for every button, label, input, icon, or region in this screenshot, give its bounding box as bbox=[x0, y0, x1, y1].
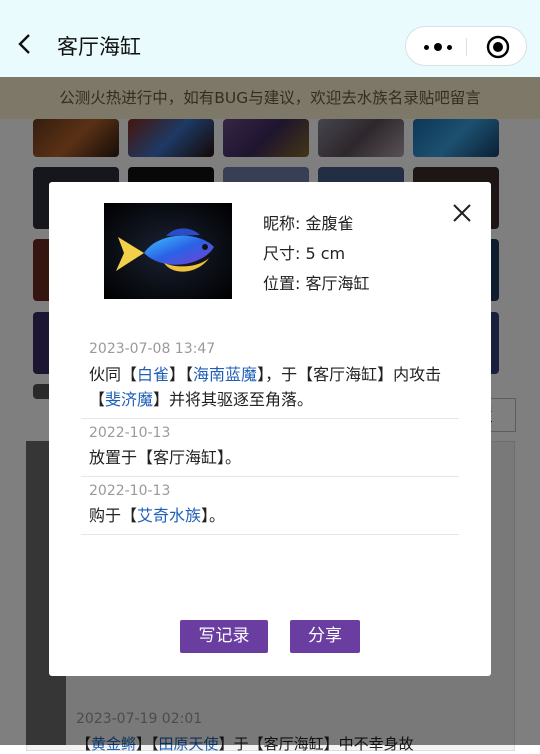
more-dots-icon[interactable] bbox=[418, 34, 458, 60]
log-time: 2022-10-13 bbox=[89, 483, 171, 499]
target-icon[interactable] bbox=[486, 35, 510, 59]
fish-location: 位置: 客厅海缸 bbox=[263, 274, 370, 293]
fish-photo bbox=[104, 203, 232, 299]
fish-link[interactable]: 斐济魔 bbox=[105, 390, 153, 409]
write-record-button[interactable]: 写记录 bbox=[180, 620, 268, 653]
chevron-left-icon[interactable] bbox=[17, 33, 31, 55]
nav-bar: 客厅海缸 bbox=[0, 0, 540, 77]
log-text: 放置于【客厅海缸】。 bbox=[89, 448, 242, 467]
page-title: 客厅海缸 bbox=[57, 35, 141, 59]
log-time: 2023-07-08 13:47 bbox=[89, 341, 216, 357]
fish-size: 尺寸: 5 cm bbox=[263, 244, 346, 263]
log-text: 伙同【白雀】【海南蓝魔】，于【客厅海缸】内攻击【斐济魔】并将其驱逐至角落。 bbox=[89, 365, 442, 409]
log-entry: 2022-10-13 购于【艾奇水族】。 bbox=[81, 476, 459, 535]
capsule-divider bbox=[466, 38, 467, 56]
shop-link[interactable]: 艾奇水族 bbox=[137, 506, 201, 525]
close-icon[interactable] bbox=[451, 202, 473, 224]
log-time: 2022-10-13 bbox=[89, 425, 171, 441]
log-text: 购于【艾奇水族】。 bbox=[89, 506, 226, 525]
fish-detail-modal: 昵称: 金腹雀 尺寸: 5 cm 位置: 客厅海缸 2023-07-08 13:… bbox=[49, 182, 491, 676]
log-entry: 2023-07-08 13:47 伙同【白雀】【海南蓝魔】，于【客厅海缸】内攻击… bbox=[81, 332, 459, 419]
log-entry: 2022-10-13 放置于【客厅海缸】。 bbox=[81, 418, 459, 477]
share-button[interactable]: 分享 bbox=[290, 620, 360, 653]
fish-link[interactable]: 海南蓝魔 bbox=[193, 365, 257, 384]
fish-nickname: 昵称: 金腹雀 bbox=[263, 214, 354, 233]
fish-link[interactable]: 白雀 bbox=[137, 365, 169, 384]
miniprogram-capsule bbox=[405, 26, 527, 66]
